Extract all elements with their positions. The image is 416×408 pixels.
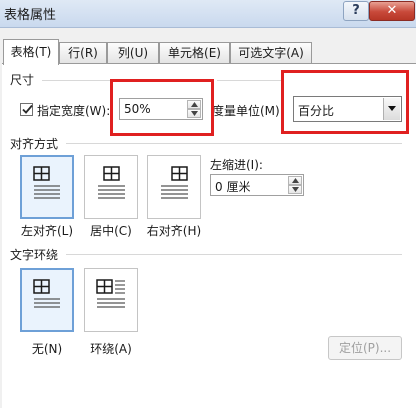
close-icon: ✕: [386, 3, 398, 18]
spin-down-icon: [191, 111, 198, 116]
tab-alt-text[interactable]: 可选文字(A): [230, 42, 312, 64]
align-right-option[interactable]: [147, 155, 201, 219]
window-title: 表格属性: [4, 8, 57, 23]
size-separator: [42, 80, 114, 81]
help-icon: ?: [352, 3, 360, 18]
positioning-button[interactable]: 定位(P)...: [328, 336, 402, 360]
tab-row[interactable]: 行(R): [59, 42, 107, 64]
indent-label: 左缩进(I):: [210, 158, 263, 172]
size-separator-2: [217, 80, 281, 81]
tab-column[interactable]: 列(U): [107, 42, 159, 64]
align-center-option[interactable]: [84, 155, 138, 219]
wrap-around-icon: [96, 279, 125, 308]
tab-cell[interactable]: 单元格(E): [159, 42, 230, 64]
wrapping-separator: [66, 254, 402, 255]
width-spin-up[interactable]: [187, 100, 201, 109]
indent-spin-up[interactable]: [288, 176, 302, 185]
indent-spin-down[interactable]: [288, 185, 302, 194]
alignment-heading: 对齐方式: [10, 137, 59, 151]
close-button[interactable]: ✕: [369, 1, 415, 21]
tab-table[interactable]: 表格(T): [3, 39, 59, 65]
wrap-none-icon: [33, 279, 60, 308]
wrap-around-label: 环绕(A): [90, 342, 132, 356]
checkmark-icon: [22, 104, 33, 114]
align-center-icon: [98, 166, 125, 199]
width-input[interactable]: 50%: [119, 98, 203, 120]
width-value: 50%: [124, 102, 151, 116]
measure-unit-select[interactable]: 百分比: [293, 96, 402, 122]
spin-up-icon: [292, 178, 299, 183]
indent-value: 0 厘米: [215, 180, 251, 194]
align-right-label: 右对齐(H): [146, 224, 202, 238]
help-button[interactable]: ?: [343, 1, 369, 21]
size-heading: 尺寸: [10, 73, 35, 87]
align-left-icon: [33, 166, 60, 199]
preferred-width-checkbox[interactable]: [20, 103, 33, 116]
spin-down-icon: [292, 187, 299, 192]
dropdown-arrow-icon: [388, 106, 396, 111]
measure-value: 百分比: [298, 104, 335, 118]
align-left-option[interactable]: [20, 155, 74, 219]
preferred-width-label: 指定宽度(W):: [37, 104, 111, 118]
width-spin-down[interactable]: [187, 109, 201, 118]
align-left-label: 左对齐(L): [20, 224, 74, 238]
spin-up-icon: [191, 102, 198, 107]
alignment-separator: [66, 143, 402, 144]
wrapping-heading: 文字环绕: [10, 248, 59, 262]
wrap-none-option[interactable]: [20, 268, 74, 332]
indent-input[interactable]: 0 厘米: [210, 174, 304, 196]
align-right-icon: [161, 166, 188, 199]
wrap-none-label: 无(N): [31, 342, 63, 356]
align-center-label: 居中(C): [90, 224, 132, 238]
measure-label: 度量单位(M):: [212, 104, 284, 118]
wrap-around-option[interactable]: [84, 268, 138, 332]
measure-dropdown-button[interactable]: [383, 98, 400, 120]
